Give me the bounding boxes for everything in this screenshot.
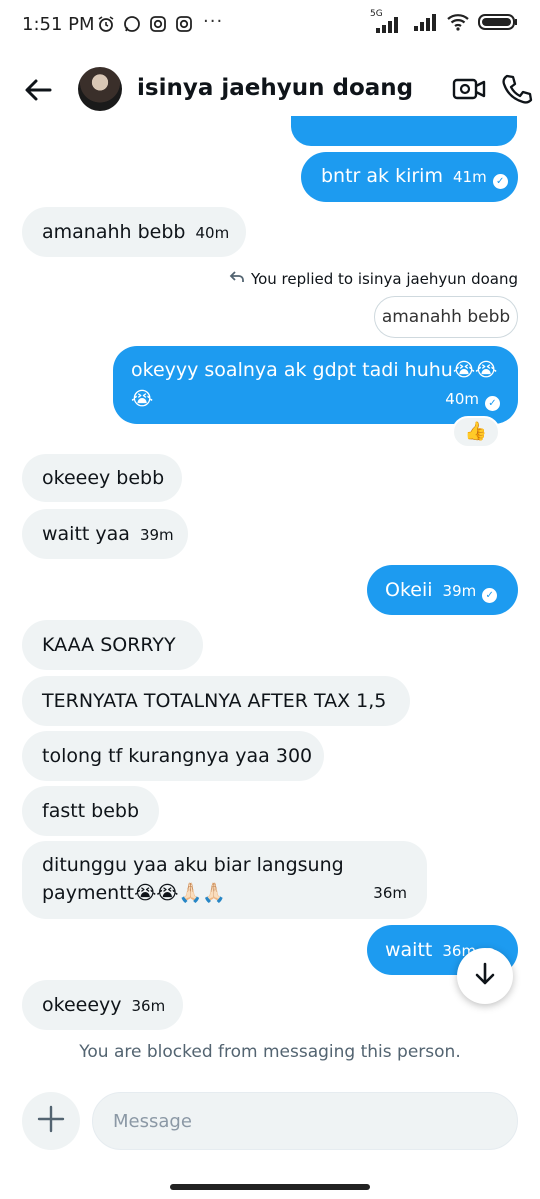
- alarm-icon: [96, 14, 116, 34]
- message-text: bntr ak kirim: [321, 165, 443, 187]
- add-media-button[interactable]: [22, 1092, 80, 1150]
- status-time: 1:51 PM: [22, 14, 95, 35]
- blocked-notice: You are blocked from messaging this pers…: [79, 1042, 461, 1062]
- plus-icon: [36, 1104, 66, 1138]
- message-text-continued: paymentt😭😭🙏🏻🙏🏻: [42, 882, 226, 904]
- arrow-down-icon: [472, 961, 498, 991]
- quoted-message[interactable]: amanahh bebb: [374, 296, 518, 338]
- reaction-badge[interactable]: 👍: [452, 416, 500, 448]
- message-time: 39m: [442, 582, 477, 600]
- signal-icon: [412, 12, 438, 36]
- message-bubble-incoming[interactable]: TERNYATA TOTALNYA AFTER TAX 1,5: [22, 676, 410, 726]
- status-bar: 1:51 PM ··· 5G: [0, 0, 540, 52]
- message-time: 39m: [139, 526, 174, 544]
- conversation-title[interactable]: isinya jaehyun doang: [137, 75, 413, 101]
- message-bubble-outgoing[interactable]: bntr ak kirim 41m ✓: [301, 152, 518, 202]
- reply-note-text: You replied to isinya jaehyun doang: [250, 270, 518, 288]
- message-bubble-incoming[interactable]: okeeey bebb: [22, 454, 182, 502]
- message-text: amanahh bebb: [42, 221, 186, 243]
- battery-icon: [478, 12, 518, 36]
- message-bubble-incoming[interactable]: waitt yaa 39m: [22, 509, 188, 559]
- phone-call-icon[interactable]: [500, 72, 534, 106]
- instagram-icon: [174, 14, 194, 34]
- message-bubble-incoming[interactable]: tolong tf kurangnya yaa 300: [22, 731, 324, 781]
- message-text: tolong tf kurangnya yaa 300: [42, 745, 313, 767]
- read-check-icon: ✓: [492, 174, 508, 189]
- scroll-to-bottom-button[interactable]: [457, 948, 513, 1004]
- status-notification-icons: [96, 14, 194, 34]
- gesture-home-bar[interactable]: [170, 1184, 370, 1190]
- reply-arrow-icon: [229, 270, 245, 288]
- video-call-icon[interactable]: [452, 74, 486, 104]
- signal-5g-icon: 5G: [370, 9, 404, 35]
- message-bubble-incoming[interactable]: ditunggu yaa aku biar langsung paymentt😭…: [22, 841, 427, 919]
- message-bubble-incoming[interactable]: okeeeyy 36m: [22, 980, 183, 1030]
- message-time: 41m: [452, 168, 487, 186]
- message-text: okeeey bebb: [42, 467, 165, 489]
- back-arrow-icon[interactable]: [22, 74, 54, 106]
- message-bubble-incoming[interactable]: fastt bebb: [22, 786, 159, 836]
- conversation-header: isinya jaehyun doang: [0, 62, 540, 118]
- reply-indicator: You replied to isinya jaehyun doang: [229, 270, 518, 288]
- instagram-icon: [148, 14, 168, 34]
- message-text: Okeii: [385, 579, 433, 601]
- message-text: okeeeyy: [42, 994, 122, 1016]
- status-system-icons: 5G: [370, 9, 518, 36]
- message-time: 36m: [131, 997, 166, 1015]
- message-bubble-incoming[interactable]: KAAA SORRYY: [22, 620, 203, 670]
- message-text: waitt: [385, 939, 433, 961]
- message-text: ditunggu yaa aku biar langsung: [42, 854, 344, 876]
- read-check-icon: ✓: [482, 588, 498, 603]
- message-time: 40m: [445, 390, 479, 408]
- message-bubble-outgoing[interactable]: okeyyy soalnya ak gdpt tadi huhu😭😭 😭 40m…: [113, 346, 518, 424]
- message-input[interactable]: [92, 1092, 518, 1150]
- message-text: KAAA SORRYY: [42, 634, 176, 656]
- message-bubble-incoming[interactable]: amanahh bebb 40m: [22, 207, 246, 257]
- avatar[interactable]: [78, 67, 122, 111]
- message-bubble-clipped: [291, 116, 517, 146]
- message-time: 36m: [373, 884, 407, 902]
- message-text: waitt yaa: [42, 523, 130, 545]
- message-text-continued: 😭: [131, 387, 154, 410]
- message-text: TERNYATA TOTALNYA AFTER TAX 1,5: [42, 690, 387, 712]
- more-notifications-icon: ···: [203, 11, 224, 32]
- message-text: okeyyy soalnya ak gdpt tadi huhu😭😭: [131, 359, 498, 381]
- message-time: 40m: [195, 224, 230, 242]
- message-text: fastt bebb: [42, 800, 140, 822]
- whatsapp-icon: [122, 14, 142, 34]
- read-check-icon: ✓: [485, 396, 500, 411]
- wifi-icon: [446, 12, 470, 36]
- message-bubble-outgoing[interactable]: Okeii 39m ✓: [367, 565, 518, 615]
